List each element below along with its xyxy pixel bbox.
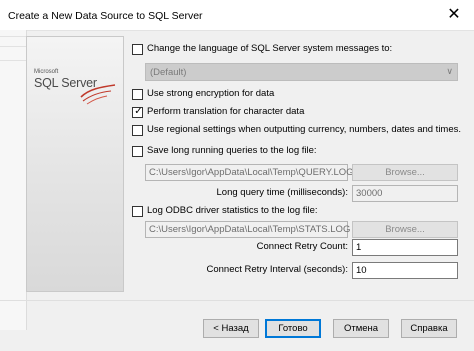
query-log-path-field[interactable]: C:\Users\Igor\AppData\Local\Temp\QUERY.L…: [145, 164, 354, 181]
strong-encryption-label: Use strong encryption for data: [147, 88, 275, 99]
odbc-stats-label: Log ODBC driver statistics to the log fi…: [147, 205, 318, 216]
retry-count-field[interactable]: 1: [352, 239, 458, 256]
title-bar: Create a New Data Source to SQL Server ✕: [0, 0, 474, 30]
stats-log-path-value: C:\Users\Igor\AppData\Local\Temp\STATS.L…: [149, 224, 351, 235]
close-icon[interactable]: ✕: [434, 0, 474, 30]
regional-settings-checkbox[interactable]: [132, 125, 143, 136]
chevron-down-icon: ∨: [446, 66, 453, 76]
translation-label: Perform translation for character data: [147, 106, 305, 117]
retry-count-value: 1: [356, 242, 362, 253]
stats-log-path-field[interactable]: C:\Users\Igor\AppData\Local\Temp\STATS.L…: [145, 221, 351, 238]
long-queries-checkbox[interactable]: [132, 146, 143, 157]
retry-interval-field[interactable]: 10: [352, 262, 458, 279]
regional-settings-label: Use regional settings when outputting cu…: [147, 124, 462, 135]
language-select[interactable]: (Default) ∨: [145, 63, 458, 81]
long-query-time-label: Long query time (milliseconds):: [216, 187, 348, 198]
window-title: Create a New Data Source to SQL Server: [8, 10, 203, 22]
long-query-time-field[interactable]: 30000: [352, 185, 458, 202]
strong-encryption-checkbox[interactable]: [132, 89, 143, 100]
change-language-checkbox[interactable]: [132, 44, 143, 55]
sql-server-logo-panel: Microsoft SQL Server: [26, 36, 124, 292]
long-queries-label: Save long running queries to the log fil…: [147, 145, 317, 156]
query-log-browse-button[interactable]: Browse...: [352, 164, 458, 181]
help-button[interactable]: Справка: [401, 319, 457, 338]
logo-sql-server-text: SQL Server: [34, 76, 97, 90]
long-query-time-value: 30000: [356, 188, 383, 199]
finish-button[interactable]: Готово: [265, 319, 321, 338]
language-select-value: (Default): [150, 67, 187, 78]
cancel-button[interactable]: Отмена: [333, 319, 389, 338]
retry-interval-label: Connect Retry Interval (seconds):: [206, 264, 348, 275]
retry-interval-value: 10: [356, 265, 367, 276]
back-button[interactable]: < Назад: [203, 319, 259, 338]
logo-microsoft-text: Microsoft: [34, 69, 59, 75]
button-separator: [0, 300, 474, 301]
background-window-strip: [0, 30, 27, 330]
retry-count-label: Connect Retry Count:: [256, 241, 348, 252]
query-log-path-value: C:\Users\Igor\AppData\Local\Temp\QUERY.L…: [149, 167, 354, 178]
stats-log-browse-button[interactable]: Browse...: [352, 221, 458, 238]
change-language-label: Change the language of SQL Server system…: [147, 43, 393, 54]
odbc-stats-checkbox[interactable]: [132, 206, 143, 217]
checkmark-icon: ✓: [134, 106, 143, 117]
translation-checkbox[interactable]: ✓: [132, 106, 143, 118]
